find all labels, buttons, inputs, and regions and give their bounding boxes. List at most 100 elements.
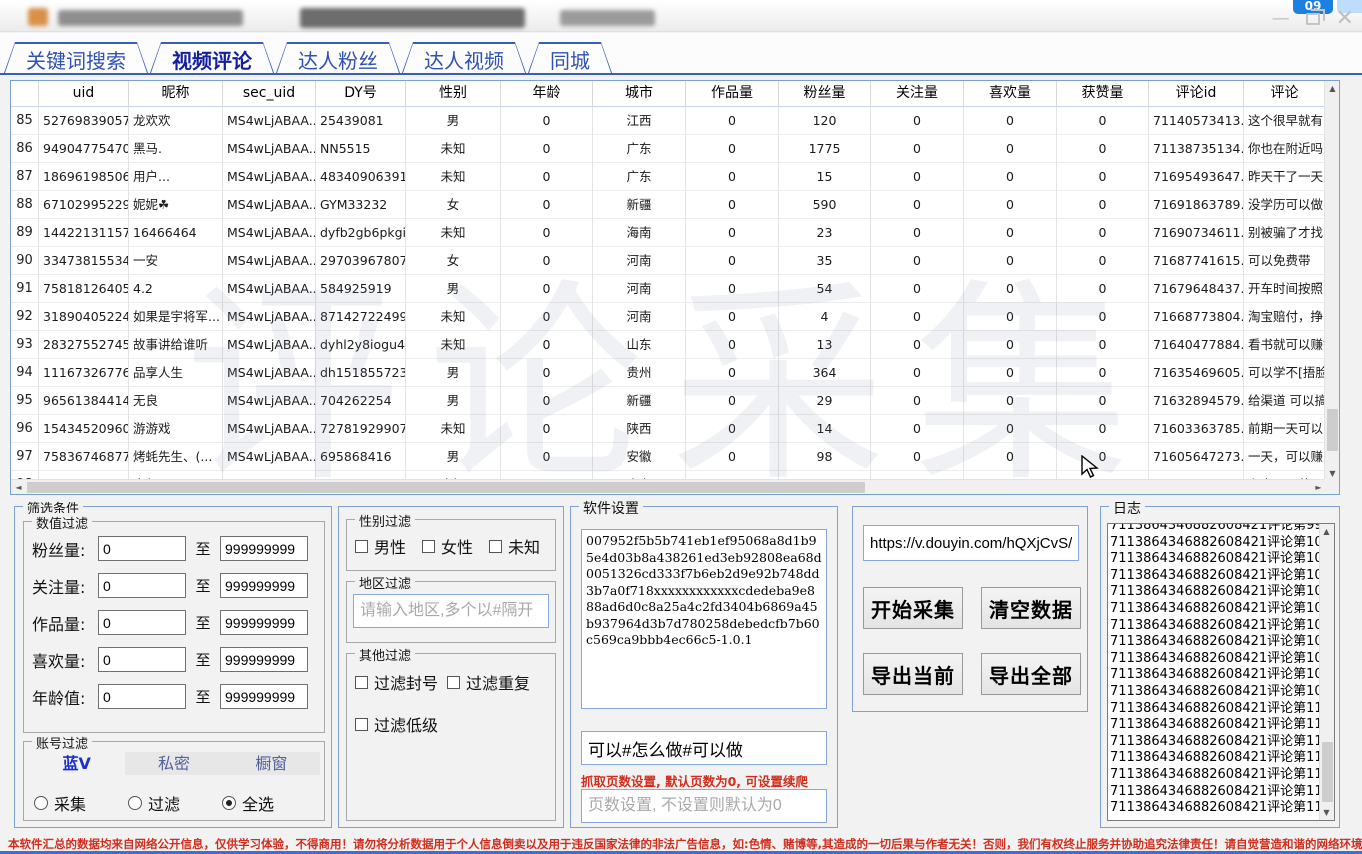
close-button[interactable]: ✕ bbox=[1336, 10, 1354, 28]
table-cell: 可以学不[捂脸] bbox=[1244, 359, 1326, 387]
table-cell: 0 bbox=[964, 443, 1057, 471]
log-scroll-down-icon[interactable]: ▼ bbox=[1319, 805, 1334, 820]
numeric-max-input[interactable] bbox=[220, 684, 308, 709]
minimize-button[interactable]: — bbox=[1272, 10, 1290, 28]
vscroll-thumb[interactable] bbox=[1327, 409, 1338, 451]
table-row[interactable]: 9231890405224...如果是宇将军...MS4wLjABAA...87… bbox=[11, 303, 1326, 331]
hscroll-thumb[interactable] bbox=[27, 482, 865, 493]
start-collect-button[interactable]: 开始采集 bbox=[863, 587, 963, 629]
table-cell: 一安 bbox=[129, 247, 223, 275]
gender-option-未知[interactable]: 未知 bbox=[489, 534, 540, 558]
numeric-max-input[interactable] bbox=[220, 647, 308, 672]
tab-关键词搜索[interactable]: 关键词搜索 bbox=[4, 42, 148, 73]
header-cell[interactable]: uid bbox=[39, 81, 129, 107]
header-cell[interactable]: 获赞量 bbox=[1057, 81, 1149, 107]
gender-option-男性[interactable]: 男性 bbox=[355, 534, 406, 558]
pages-input[interactable] bbox=[581, 789, 827, 823]
table-row[interactable]: 8914422131157...16466464MS4wLjABAA...dyf… bbox=[11, 219, 1326, 247]
table-row[interactable]: 9775836746877烤蚝先生、(...MS4wLjABAA...69586… bbox=[11, 443, 1326, 471]
numeric-max-input[interactable] bbox=[220, 610, 308, 635]
header-cell[interactable]: 粉丝量 bbox=[779, 81, 871, 107]
header-cell[interactable]: 城市 bbox=[593, 81, 686, 107]
table-row[interactable]: 8718696198506...用户...MS4wLjABAA...483409… bbox=[11, 163, 1326, 191]
region-input[interactable] bbox=[353, 594, 549, 628]
log-scrollbar[interactable]: ▲ ▼ bbox=[1319, 524, 1334, 820]
comment-filter-input[interactable] bbox=[581, 731, 827, 765]
table-cell: 0 bbox=[501, 387, 593, 415]
table-cell: 未知 bbox=[406, 331, 501, 359]
table-row[interactable]: 9596561384414无良MS4wLjABAA...704262254男0新… bbox=[11, 387, 1326, 415]
account-radio-采集[interactable]: 采集 bbox=[34, 791, 86, 815]
numeric-min-input[interactable] bbox=[98, 647, 186, 672]
app-icon bbox=[28, 8, 48, 26]
numeric-min-input[interactable] bbox=[98, 536, 186, 561]
restore-button[interactable] bbox=[1306, 13, 1320, 25]
table-cell: 14 bbox=[779, 415, 871, 443]
horizontal-scrollbar[interactable]: ◄ ► bbox=[11, 479, 1326, 494]
vertical-scrollbar[interactable]: ▲ ▼ bbox=[1324, 81, 1339, 481]
header-cell[interactable]: 评论 bbox=[1244, 81, 1326, 107]
table-row[interactable]: 8867102995229妮妮☘MS4wLjABAA...GYM33232女0新… bbox=[11, 191, 1326, 219]
header-cell[interactable]: 关注量 bbox=[871, 81, 964, 107]
table-row[interactable]: 8694904775470黑马.MS4wLjABAA...NN5515未知0广东… bbox=[11, 135, 1326, 163]
table-cell: 120 bbox=[779, 107, 871, 135]
numeric-max-input[interactable] bbox=[220, 536, 308, 561]
other-option-过滤封号[interactable]: 过滤封号 bbox=[355, 670, 447, 694]
table-row[interactable]: 9033473815534...一安MS4wLjABAA...297039678… bbox=[11, 247, 1326, 275]
header-cell[interactable]: 年龄 bbox=[501, 81, 593, 107]
numeric-min-input[interactable] bbox=[98, 610, 186, 635]
header-cell[interactable]: 评论id bbox=[1149, 81, 1244, 107]
gender-option-女性[interactable]: 女性 bbox=[422, 534, 473, 558]
table-cell: MS4wLjABAA... bbox=[223, 443, 316, 471]
tab-达人粉丝[interactable]: 达人粉丝 bbox=[276, 42, 400, 73]
table-row[interactable]: 8552769839057龙欢欢MS4wLjABAA...25439081男0江… bbox=[11, 107, 1326, 135]
table-cell: 女 bbox=[406, 247, 501, 275]
header-cell[interactable] bbox=[11, 81, 39, 107]
clear-data-button[interactable]: 清空数据 bbox=[981, 587, 1081, 629]
table-cell: 0 bbox=[964, 359, 1057, 387]
tab-达人视频[interactable]: 达人视频 bbox=[402, 42, 526, 73]
other-option-过滤重复[interactable]: 过滤重复 bbox=[447, 670, 539, 694]
header-cell[interactable]: 作品量 bbox=[686, 81, 779, 107]
other-option-过滤低级[interactable]: 过滤低级 bbox=[355, 712, 447, 736]
table-cell: 无良 bbox=[129, 387, 223, 415]
log-list[interactable]: 7113864346882608421评论第99页711386434688260… bbox=[1107, 523, 1335, 821]
table-cell: 没学历可以做... bbox=[1244, 191, 1326, 219]
table-cell: 0 bbox=[871, 247, 964, 275]
log-line: 7113864346882608421评论第100页 bbox=[1110, 535, 1319, 552]
tab-视频评论[interactable]: 视频评论 bbox=[150, 42, 274, 73]
header-cell[interactable]: 性别 bbox=[406, 81, 501, 107]
numeric-max-input[interactable] bbox=[220, 573, 308, 598]
log-line: 7113864346882608421评论第107页 bbox=[1110, 651, 1319, 668]
numeric-filter-title: 数值过滤 bbox=[32, 513, 92, 532]
log-scroll-thumb[interactable] bbox=[1322, 742, 1333, 802]
video-url-input[interactable] bbox=[863, 525, 1079, 561]
table-row[interactable]: 91758181264054.2MS4wLjABAA...584925919男0… bbox=[11, 275, 1326, 303]
header-cell[interactable]: DY号 bbox=[316, 81, 406, 107]
account-tab-私密[interactable]: 私密 bbox=[125, 752, 222, 775]
account-radio-全选[interactable]: 全选 bbox=[222, 791, 274, 815]
account-radio-过滤[interactable]: 过滤 bbox=[128, 791, 180, 815]
header-cell[interactable]: 喜欢量 bbox=[964, 81, 1057, 107]
account-tab-橱窗[interactable]: 橱窗 bbox=[223, 752, 320, 775]
table-cell: 龙欢欢 bbox=[129, 107, 223, 135]
numeric-filter-group: 数值过滤 粉丝量:至关注量:至作品量:至喜欢量:至年龄值:至 bbox=[23, 521, 325, 733]
export-current-button[interactable]: 导出当前 bbox=[863, 653, 963, 695]
table-row[interactable]: 9328327552745...故事讲给谁听MS4wLjABAA...dyhl2… bbox=[11, 331, 1326, 359]
numeric-min-input[interactable] bbox=[98, 573, 186, 598]
scroll-left-icon[interactable]: ◄ bbox=[11, 480, 26, 495]
scroll-up-icon[interactable]: ▲ bbox=[1325, 81, 1340, 96]
numeric-min-input[interactable] bbox=[98, 684, 186, 709]
table-row[interactable]: 9411167326776...品享人生MS4wLjABAA...dh15185… bbox=[11, 359, 1326, 387]
tab-同城[interactable]: 同城 bbox=[528, 42, 612, 73]
header-cell[interactable]: sec_uid bbox=[223, 81, 316, 107]
header-cell[interactable]: 昵称 bbox=[129, 81, 223, 107]
account-tab-蓝V[interactable]: 蓝V bbox=[28, 752, 125, 775]
table-row[interactable]: 9615434520960...游游戏MS4wLjABAA...72781929… bbox=[11, 415, 1326, 443]
table-cell: 0 bbox=[964, 415, 1057, 443]
table-cell: 0 bbox=[686, 275, 779, 303]
license-key-box[interactable]: 007952f5b5b741eb1ef95068a8d1b95e4d03b8a4… bbox=[581, 529, 827, 709]
export-all-button[interactable]: 导出全部 bbox=[981, 653, 1081, 695]
tab-label: 视频评论 bbox=[150, 42, 274, 74]
log-scroll-up-icon[interactable]: ▲ bbox=[1319, 524, 1334, 539]
